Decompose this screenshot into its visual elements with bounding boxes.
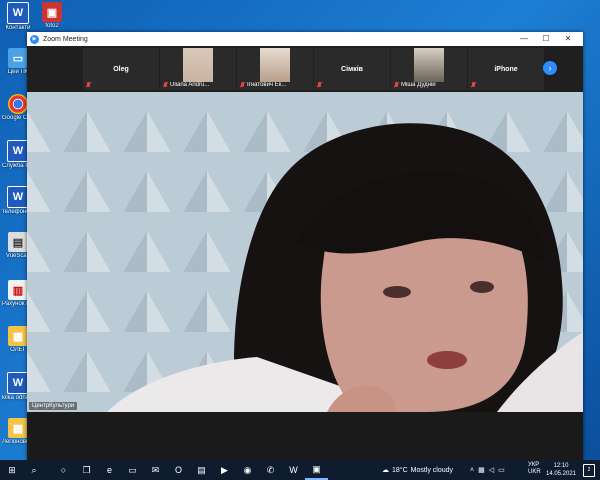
desktop-icon[interactable]: ▣ foto2 xyxy=(36,2,68,30)
word-icon: W xyxy=(7,140,29,162)
chrome-icon xyxy=(8,94,28,114)
maximize-button[interactable]: ☐ xyxy=(535,32,557,46)
clock[interactable]: 12:10 14.05.2021 xyxy=(545,462,577,478)
network-icon[interactable]: ▦ xyxy=(478,466,485,474)
participant-name: Oleg xyxy=(113,65,129,73)
word-icon[interactable]: W xyxy=(282,460,305,480)
desktop-icon[interactable]: W Контакти xyxy=(2,2,34,32)
mic-muted-icon xyxy=(394,82,399,88)
minimize-button[interactable]: — xyxy=(513,32,535,46)
mic-muted-icon xyxy=(471,82,478,88)
cloud-icon: ☁ xyxy=(382,467,389,474)
word-icon: W xyxy=(7,186,29,208)
battery-icon[interactable]: ▭ xyxy=(498,466,505,474)
participant-name: Сімків xyxy=(341,65,363,73)
store-icon[interactable]: ▤ xyxy=(190,460,213,480)
mic-muted-icon xyxy=(86,82,93,88)
clock-date: 14.05.2021 xyxy=(545,471,577,477)
participant-tile-oleg[interactable]: Oleg xyxy=(83,48,159,90)
participant-video xyxy=(414,48,444,82)
pdf-icon: ▥ xyxy=(8,280,28,300)
media-icon[interactable]: ▶ xyxy=(213,460,236,480)
next-page-button[interactable]: › xyxy=(543,61,557,75)
windows-taskbar: ⊞ ⌕ ○ ❐ e ▭ ✉ O ▤ ▶ ◉ ✆ W ▣ ☁ 18°C Mostly cloudy ˄ … xyxy=(0,460,600,480)
participant-name: Ігнатович Ек... xyxy=(247,82,287,88)
task-view-icon[interactable]: ❐ xyxy=(75,460,98,480)
close-button[interactable]: ✕ xyxy=(557,32,579,46)
zoom-icon[interactable]: ▣ xyxy=(305,460,328,480)
word-icon: W xyxy=(7,2,29,24)
clock-time: 12:10 xyxy=(553,463,569,469)
language-line-2: UKR xyxy=(528,469,541,475)
title-bar[interactable]: ▶ Zoom Meeting — ☐ ✕ xyxy=(27,32,583,46)
notifications-icon[interactable]: 2 xyxy=(583,464,595,477)
pc-icon: ▭ xyxy=(8,48,28,68)
participant-name: iPhone xyxy=(494,65,518,73)
speaker-figure xyxy=(107,123,583,412)
system-tray: ˄ ▦ ◁ ▭ xyxy=(470,460,505,480)
window-title: Zoom Meeting xyxy=(43,35,88,43)
volume-icon[interactable]: ◁ xyxy=(489,466,494,474)
mic-muted-icon xyxy=(317,82,324,88)
weather-widget[interactable]: ☁ 18°C Mostly cloudy xyxy=(382,460,453,480)
folder-icon: ▦ xyxy=(8,418,28,438)
mail-icon[interactable]: ✉ xyxy=(144,460,167,480)
participant-video xyxy=(260,48,290,82)
participant-name: Міша Дудній xyxy=(401,82,436,88)
language-indicator[interactable]: УКР UKR xyxy=(528,462,541,476)
word-icon: W xyxy=(7,372,29,394)
folder-icon: ▦ xyxy=(8,326,28,346)
zoom-logo-icon: ▶ xyxy=(30,34,39,44)
explorer-icon[interactable]: ▭ xyxy=(121,460,144,480)
participant-name: Uliana Andru... xyxy=(170,82,210,88)
participant-tile-simkiv[interactable]: Сімків xyxy=(314,48,390,90)
edge-icon[interactable]: e xyxy=(98,460,121,480)
desktop-icon-label: foto2 xyxy=(45,23,59,29)
cortana-icon[interactable]: ○ xyxy=(52,460,75,480)
desktop-icon-label: Контакти xyxy=(5,25,31,31)
weather-desc: Mostly cloudy xyxy=(410,466,454,474)
start-icon[interactable]: ⊞ xyxy=(0,460,24,480)
viber-icon[interactable]: ✆ xyxy=(259,460,282,480)
zoom-meeting-window: ▶ Zoom Meeting — ☐ ✕ Oleg Uliana Andru..… xyxy=(27,32,583,460)
photo-icon: ▣ xyxy=(42,2,62,22)
scan-icon: ▤ xyxy=(8,232,28,252)
participant-tile-uliana[interactable]: Uliana Andru... xyxy=(160,48,236,90)
participant-tile-misha[interactable]: Міша Дудній xyxy=(391,48,467,90)
chevron-up-icon[interactable]: ˄ xyxy=(470,467,474,474)
active-speaker-name: ЦентрКультури xyxy=(29,402,78,410)
participant-strip: Oleg Uliana Andru... Ігнатович Ек... Сім… xyxy=(27,46,583,92)
mic-muted-icon xyxy=(240,82,245,88)
mic-muted-icon xyxy=(163,82,168,88)
participant-tile-ihnatovych[interactable]: Ігнатович Ек... xyxy=(237,48,313,90)
video-bottom-area xyxy=(27,412,583,460)
opera-icon[interactable]: O xyxy=(167,460,190,480)
language-line-1: УКР xyxy=(528,462,540,468)
search-icon[interactable]: ⌕ xyxy=(24,460,44,480)
weather-temp: 18°C xyxy=(392,466,408,474)
chrome-icon[interactable]: ◉ xyxy=(236,460,259,480)
participant-video xyxy=(183,48,213,82)
participant-tile-iphone[interactable]: iPhone xyxy=(468,48,544,90)
active-speaker-video: ЦентрКультури xyxy=(27,92,583,412)
